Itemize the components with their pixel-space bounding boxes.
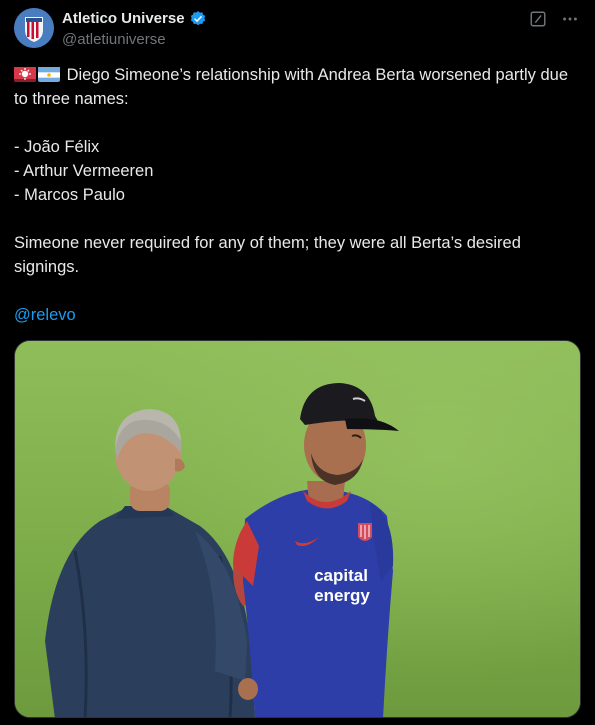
author-display-name[interactable]: Atletico Universe <box>62 9 185 29</box>
shirt-sponsor-line-1: capital <box>314 566 368 585</box>
verified-badge-icon <box>189 10 207 28</box>
author-handle[interactable]: @atletiuniverse <box>62 30 207 50</box>
tweet-line-2: Simeone never required for any of them; … <box>14 234 521 276</box>
shirt-sponsor-line-2: energy <box>314 586 370 605</box>
mention-link[interactable]: @relevo <box>14 306 76 324</box>
tweet-header: Atletico Universe @atletiuniverse <box>14 8 581 52</box>
more-options-icon[interactable] <box>561 10 579 28</box>
siren-emoji-icon <box>14 66 36 82</box>
argentina-flag-icon <box>38 66 60 82</box>
list-item: - Marcos Paulo <box>14 186 125 204</box>
grok-icon[interactable] <box>529 10 547 28</box>
tweet-body: Diego Simeone’s relationship with Andrea… <box>14 63 581 327</box>
list-item: - Arthur Vermeeren <box>14 162 154 180</box>
avatar[interactable] <box>14 8 54 48</box>
tweet-photo[interactable]: capital energy <box>14 340 581 718</box>
tweet-paragraph-1: Diego Simeone’s relationship with Andrea… <box>14 63 581 111</box>
tweet-actions-top <box>529 10 579 28</box>
list-item: - João Félix <box>14 138 100 156</box>
author-name-row[interactable]: Atletico Universe <box>62 9 207 29</box>
author-block: Atletico Universe @atletiuniverse <box>62 9 207 50</box>
tweet-line-1: Diego Simeone’s relationship with Andrea… <box>14 66 568 108</box>
